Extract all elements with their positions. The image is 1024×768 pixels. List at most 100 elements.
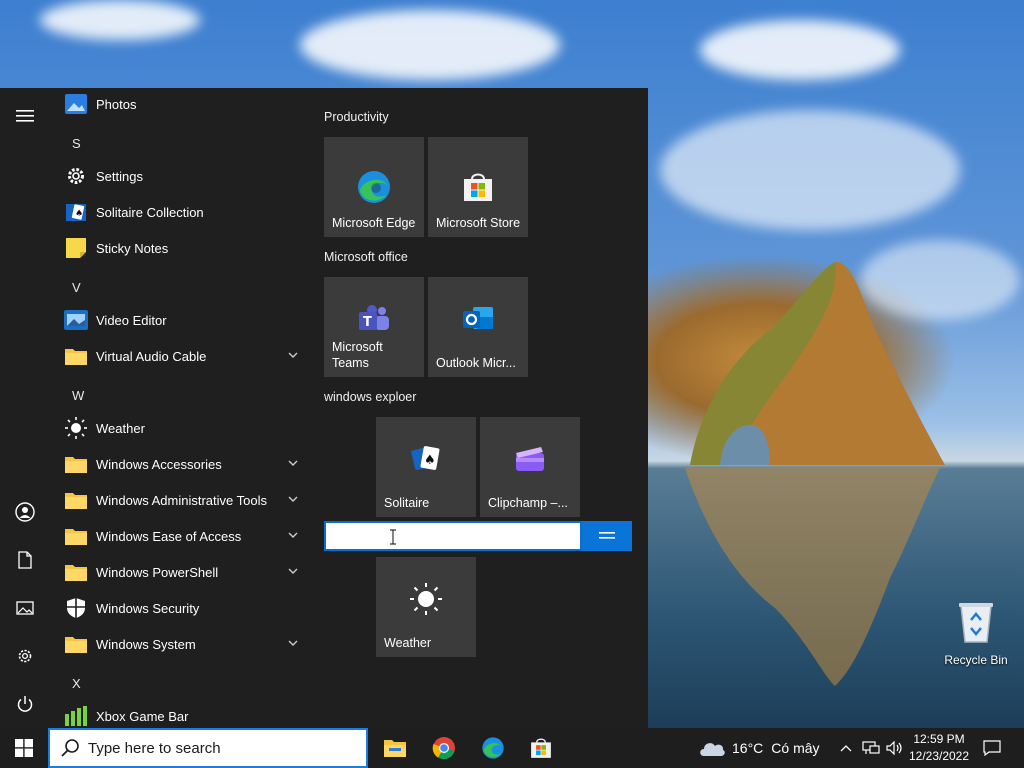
svg-text:T: T (363, 315, 372, 330)
chevron-down-icon[interactable] (286, 564, 300, 578)
tile-solitaire[interactable]: ♠ Solitaire (376, 417, 476, 517)
letter-header-s[interactable]: S (72, 136, 81, 151)
taskbar-chrome[interactable] (420, 728, 468, 768)
app-label: Video Editor (96, 312, 167, 328)
app-label: Windows Ease of Access (96, 528, 242, 544)
tile-clipchamp[interactable]: Clipchamp –... (480, 417, 580, 517)
start-button[interactable] (0, 728, 48, 768)
folder-icon (64, 632, 88, 656)
tile-weather[interactable]: Weather (376, 557, 476, 657)
volume-button[interactable] (884, 728, 906, 768)
photos-icon (64, 92, 88, 116)
chevron-down-icon[interactable] (286, 456, 300, 470)
app-item-solitaire-collection[interactable]: ♠ Solitaire Collection (50, 194, 310, 230)
search-placeholder: Type here to search (88, 739, 221, 757)
app-item-windows-system[interactable]: Windows System (50, 626, 310, 662)
tile-label: Microsoft Teams (332, 340, 383, 370)
settings-icon[interactable] (13, 644, 37, 668)
app-label: Settings (96, 168, 143, 184)
letter-header-v[interactable]: V (72, 280, 81, 295)
app-item-windows-security[interactable]: Windows Security (50, 590, 310, 626)
hamburger-icon[interactable] (13, 104, 37, 128)
recycle-bin-label: Recycle Bin (944, 653, 1008, 667)
taskbar-search-box[interactable]: Type here to search (48, 728, 368, 768)
network-button[interactable] (860, 728, 882, 768)
power-icon[interactable] (13, 692, 37, 716)
action-center-button[interactable] (978, 728, 1006, 768)
clock-time: 12:59 PM (913, 732, 965, 746)
taskbar: Type here to search 16°C Có mây 12:59 PM… (0, 728, 1024, 768)
taskbar-file-explorer[interactable] (371, 728, 419, 768)
edge-icon (482, 737, 504, 759)
app-item-settings[interactable]: Settings (50, 158, 310, 194)
recycle-bin-icon (959, 603, 993, 643)
tiles-area: Productivity Microsoft Edge Microsoft St… (324, 88, 644, 728)
app-item-windows-ease-of-access[interactable]: Windows Ease of Access (50, 518, 310, 554)
app-item-sticky-notes[interactable]: Sticky Notes (50, 230, 310, 266)
solitaire-icon: ♠ (406, 439, 446, 479)
folder-icon (64, 488, 88, 512)
chevron-up-icon (840, 745, 852, 752)
app-item-windows-powershell[interactable]: Windows PowerShell (50, 554, 310, 590)
taskbar-store[interactable] (517, 728, 565, 768)
chrome-icon (432, 737, 455, 760)
app-item-xbox-game-bar[interactable]: Xbox Game Bar (50, 698, 310, 728)
tile-outlook[interactable]: Outlook Micr... (428, 277, 528, 377)
app-label: Windows Accessories (96, 456, 222, 472)
chevron-down-icon[interactable] (286, 348, 300, 362)
group-name-input[interactable] (324, 521, 582, 551)
show-hidden-icons-button[interactable] (836, 728, 856, 768)
start-rail (0, 88, 50, 728)
app-list: Photos S Settings ♠ Solitaire Collection… (50, 88, 310, 728)
taskbar-edge[interactable] (469, 728, 517, 768)
weather-temp: 16°C (732, 740, 764, 756)
app-item-windows-administrative-tools[interactable]: Windows Administrative Tools (50, 482, 310, 518)
group-header-microsoft-office[interactable]: Microsoft office (324, 250, 408, 264)
app-label: Photos (96, 96, 137, 112)
pictures-icon[interactable] (13, 596, 37, 620)
shield-icon (64, 596, 88, 620)
recycle-bin-shortcut[interactable]: Recycle Bin (936, 600, 1016, 667)
letter-header-x[interactable]: X (72, 676, 81, 691)
equals-icon (599, 532, 615, 539)
group-header-productivity[interactable]: Productivity (324, 110, 389, 124)
outlook-icon (458, 299, 498, 339)
group-header-windows-explorer[interactable]: windows exploer (324, 390, 416, 404)
tile-microsoft-edge[interactable]: Microsoft Edge (324, 137, 424, 237)
sticky-notes-icon (64, 236, 88, 260)
group-options-button[interactable] (582, 521, 632, 551)
tile-microsoft-store[interactable]: Microsoft Store (428, 137, 528, 237)
store-icon (458, 167, 498, 207)
tile-label: Weather (384, 636, 432, 650)
taskbar-clock[interactable]: 12:59 PM 12/23/2022 (904, 731, 974, 765)
app-item-virtual-audio-cable[interactable]: Virtual Audio Cable (50, 338, 310, 374)
chevron-down-icon[interactable] (286, 636, 300, 650)
app-label: Weather (96, 420, 145, 436)
app-item-photos[interactable]: Photos (50, 88, 310, 122)
speaker-icon (886, 741, 902, 755)
taskbar-weather[interactable]: 16°C Có mây (698, 728, 820, 768)
folder-icon (64, 524, 88, 548)
edge-icon (354, 167, 394, 207)
app-item-weather[interactable]: Weather (50, 410, 310, 446)
app-label: Sticky Notes (96, 240, 169, 256)
app-item-windows-accessories[interactable]: Windows Accessories (50, 446, 310, 482)
user-icon[interactable] (13, 500, 37, 524)
clipchamp-icon (510, 439, 550, 479)
store-icon (531, 738, 551, 758)
chevron-down-icon[interactable] (286, 528, 300, 542)
chevron-down-icon[interactable] (286, 492, 300, 506)
weather-desc: Có mây (771, 740, 820, 756)
letter-header-w[interactable]: W (72, 388, 84, 403)
sun-icon (406, 579, 446, 619)
tile-label: Microsoft Edge (332, 216, 416, 230)
windows-logo-icon (15, 739, 33, 757)
tile-microsoft-teams[interactable]: T Microsoft Teams (324, 277, 424, 377)
document-icon[interactable] (13, 548, 37, 572)
app-label: Windows System (96, 636, 196, 652)
app-item-video-editor[interactable]: Video Editor (50, 302, 310, 338)
folder-icon (64, 452, 88, 476)
clock-date: 12/23/2022 (908, 749, 970, 763)
solitaire-icon: ♠ (64, 200, 88, 224)
network-icon (862, 741, 880, 754)
